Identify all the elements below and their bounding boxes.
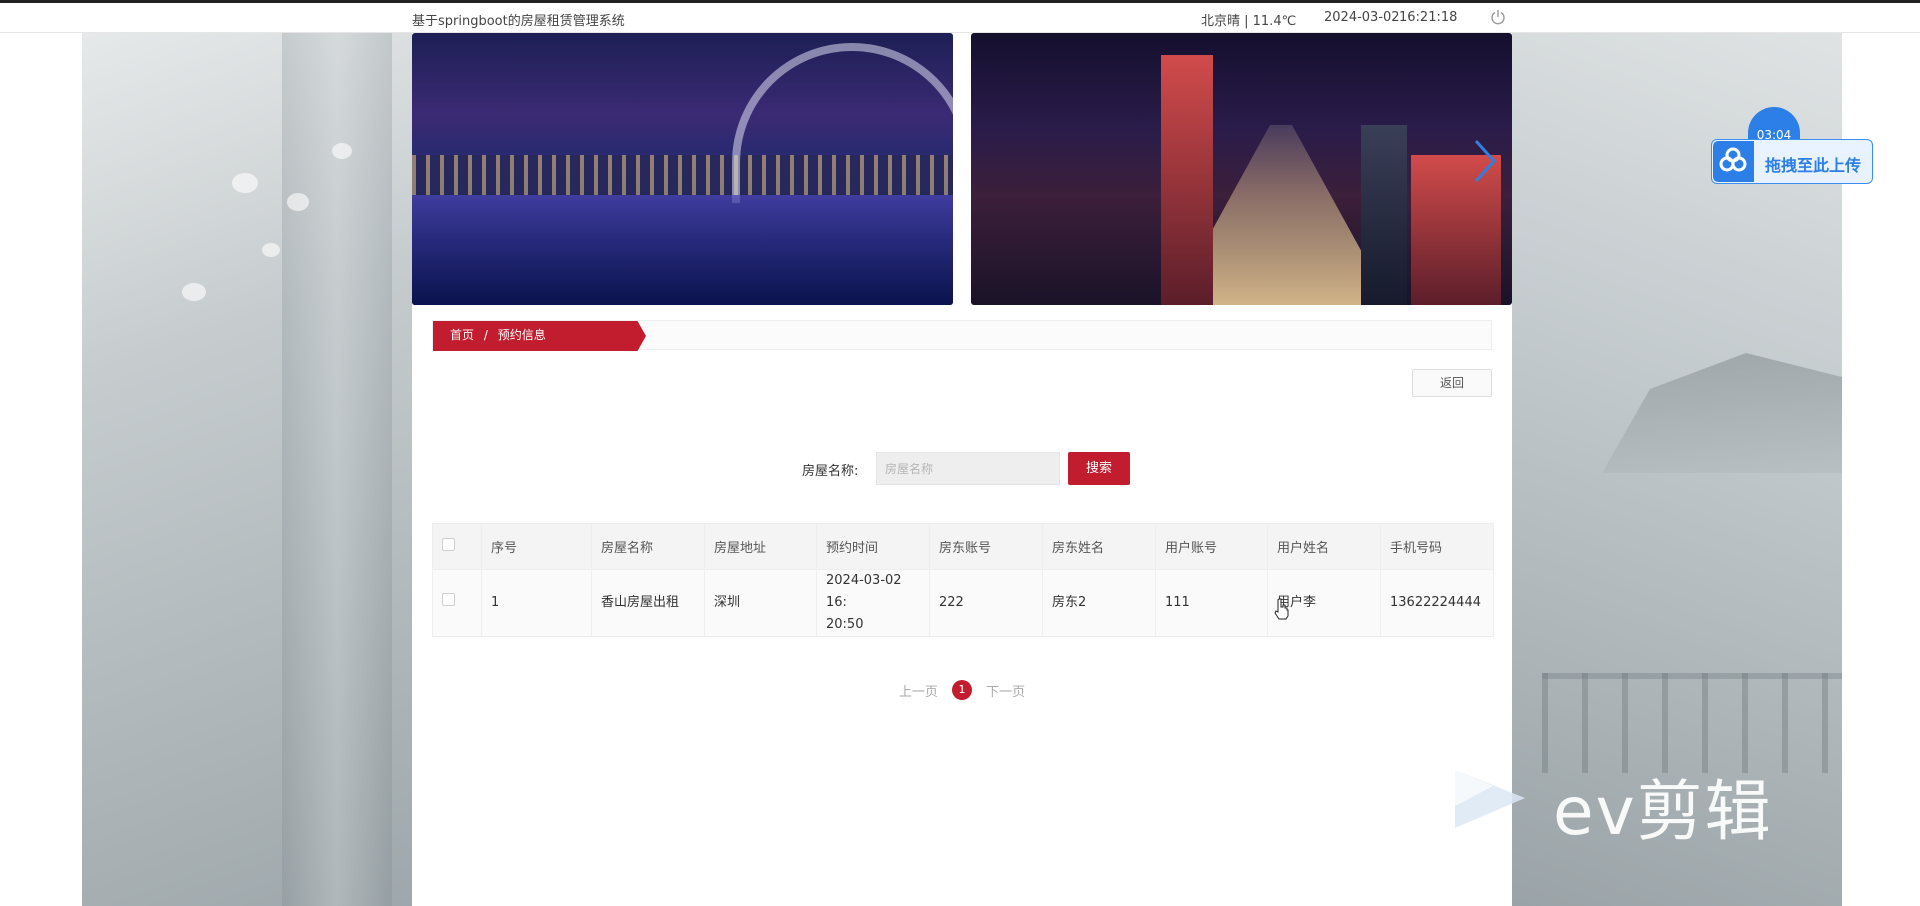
top-bar: 基于springboot的房屋租赁管理系统 北京晴 | 11.4℃ 2024-0…: [0, 3, 1920, 33]
column-header: 用户姓名: [1267, 523, 1381, 570]
weather-info: 北京晴 | 11.4℃: [1201, 14, 1297, 29]
house-name-search-input[interactable]: [876, 452, 1060, 485]
cell-address: 深圳: [704, 569, 817, 637]
cell-user-account: 111: [1155, 569, 1268, 637]
column-header: 用户账号: [1155, 523, 1268, 570]
breadcrumb-current: 预约信息: [497, 328, 546, 342]
ev-logo-icon: [1453, 766, 1528, 831]
search-label: 房屋名称:: [802, 464, 859, 479]
appointment-time-line-2: 20:50: [826, 617, 864, 632]
select-all-cell: [432, 523, 482, 570]
watermark-text: ev剪辑: [1553, 773, 1773, 850]
appointment-table: 序号 房屋名称 房屋地址 预约时间 房东账号 房东姓名 用户账号 用户姓名 手机…: [432, 523, 1494, 637]
cloud-upload-icon: [1713, 141, 1754, 182]
column-header: 房东账号: [929, 523, 1043, 570]
cell-house-name: 香山房屋出租: [591, 569, 705, 637]
upload-label: 拖拽至此上传: [1765, 156, 1862, 175]
banner-image-harbour[interactable]: [412, 33, 953, 305]
column-header: 序号: [481, 523, 592, 570]
current-date: 2024-03-02: [1324, 10, 1400, 25]
breadcrumb-bar: 首页 / 预约信息: [432, 320, 1492, 351]
appointment-panel: 首页 / 预约信息 返回 房屋名称: 搜索 序号 房屋名称 房屋地址 预约时间 …: [412, 320, 1512, 906]
appointment-time-line-1: 2024-03-02 16:: [826, 573, 902, 610]
next-page-button[interactable]: 下一页: [986, 681, 1025, 700]
main-content: 首页 / 预约信息 返回 房屋名称: 搜索 序号 房屋名称 房屋地址 预约时间 …: [412, 33, 1512, 906]
breadcrumb-home[interactable]: 首页: [450, 328, 474, 342]
table-header-row: 序号 房屋名称 房屋地址 预约时间 房东账号 房东姓名 用户账号 用户姓名 手机…: [432, 523, 1494, 570]
breadcrumb: 首页 / 预约信息: [433, 321, 646, 351]
background-left-panel: [82, 33, 412, 906]
search-button[interactable]: 搜索: [1068, 452, 1130, 485]
ev-watermark: ev剪辑: [1453, 758, 1813, 850]
carousel-next-icon[interactable]: [1470, 131, 1500, 191]
column-header: 房屋名称: [591, 523, 705, 570]
column-header: 房屋地址: [704, 523, 817, 570]
column-header: 预约时间: [816, 523, 930, 570]
row-checkbox[interactable]: [442, 593, 455, 606]
power-icon[interactable]: [1489, 8, 1507, 26]
column-header: 房东姓名: [1042, 523, 1156, 570]
prev-page-button[interactable]: 上一页: [899, 681, 938, 700]
cell-landlord-account: 222: [929, 569, 1043, 637]
cell-landlord-name: 房东2: [1042, 569, 1156, 637]
pagination: 上一页 1 下一页: [412, 680, 1512, 700]
cell-phone: 13622224444: [1380, 569, 1494, 637]
site-title: 基于springboot的房屋租赁管理系统: [412, 14, 625, 29]
drag-upload-button[interactable]: 拖拽至此上传: [1711, 139, 1873, 184]
page-number-button[interactable]: 1: [952, 680, 972, 700]
back-button[interactable]: 返回: [1412, 369, 1492, 397]
row-select-cell: [432, 569, 482, 637]
hand-cursor-icon: [1274, 598, 1290, 620]
banner-image-city[interactable]: [971, 33, 1512, 305]
column-header: 手机号码: [1380, 523, 1494, 570]
cell-appointment-time: 2024-03-02 16: 20:50: [816, 569, 930, 637]
table-row[interactable]: 1 香山房屋出租 深圳 2024-03-02 16: 20:50 222 房东2…: [432, 569, 1494, 637]
current-time: 16:21:18: [1399, 10, 1458, 25]
breadcrumb-separator: /: [483, 328, 488, 342]
cell-index: 1: [481, 569, 592, 637]
select-all-checkbox[interactable]: [442, 538, 455, 551]
